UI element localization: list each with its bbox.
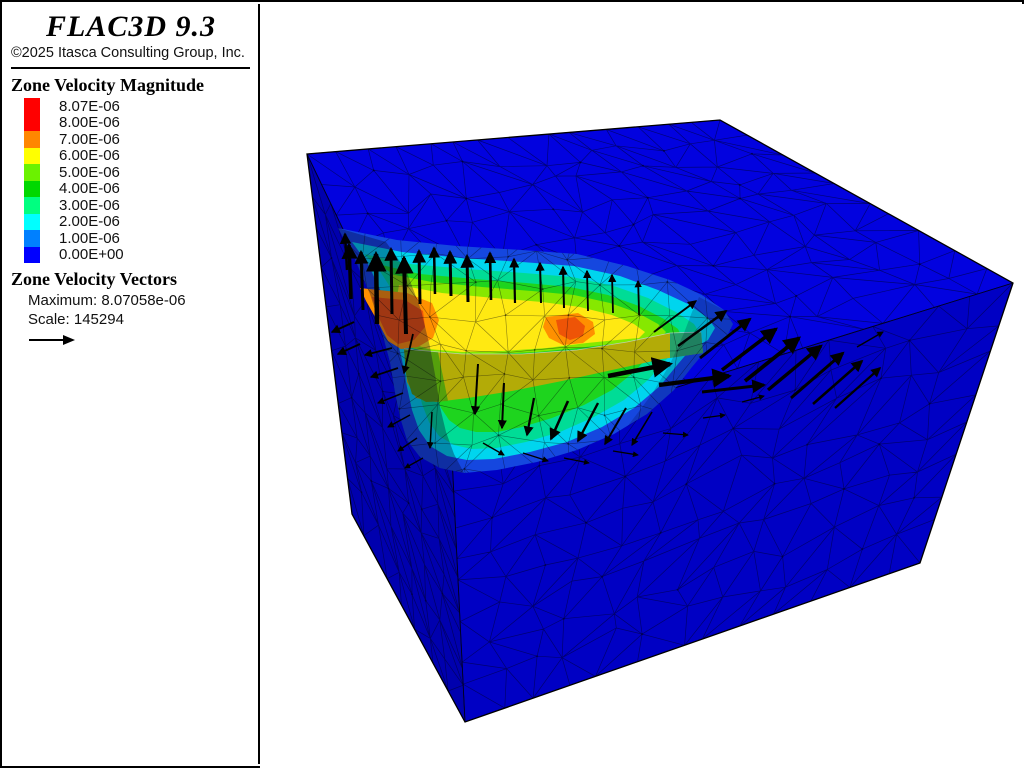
- legend-color-swatch: [24, 230, 40, 247]
- colorbar-legend: 8.07E-068.00E-067.00E-066.00E-065.00E-06…: [24, 98, 258, 263]
- legend-color-swatch: [24, 197, 40, 214]
- legend-color-swatch: [24, 164, 40, 181]
- legend-value-label: 7.00E-06: [59, 131, 120, 148]
- legend-color-swatch: [24, 181, 40, 198]
- legend-vectors-heading: Zone Velocity Vectors: [11, 269, 258, 290]
- model-viewport[interactable]: [260, 4, 1024, 768]
- legend-value-label: 3.00E-06: [59, 197, 120, 214]
- legend-row: 5.00E-06: [24, 164, 258, 181]
- legend-color-swatch: [24, 214, 40, 231]
- legend-row: 8.07E-06: [24, 98, 258, 115]
- legend-panel: FLAC3D 9.3 ©2025 Itasca Consulting Group…: [4, 4, 260, 764]
- legend-color-swatch: [24, 98, 40, 115]
- copyright-text: ©2025 Itasca Consulting Group, Inc.: [11, 45, 258, 61]
- panel-rule: [11, 67, 250, 69]
- legend-magnitude-heading: Zone Velocity Magnitude: [11, 75, 258, 96]
- legend-row: 3.00E-06: [24, 197, 258, 214]
- legend-row: 0.00E+00: [24, 247, 258, 264]
- legend-row: 2.00E-06: [24, 214, 258, 231]
- legend-row: 6.00E-06: [24, 148, 258, 165]
- legend-color-swatch: [24, 131, 40, 148]
- legend-value-label: 6.00E-06: [59, 147, 120, 164]
- legend-row: 1.00E-06: [24, 230, 258, 247]
- legend-value-label: 8.07E-06: [59, 98, 120, 115]
- legend-value-label: 8.00E-06: [59, 114, 120, 131]
- legend-value-label: 4.00E-06: [59, 180, 120, 197]
- legend-row: 4.00E-06: [24, 181, 258, 198]
- legend-color-swatch: [24, 115, 40, 132]
- legend-color-swatch: [24, 247, 40, 264]
- right-arrow-icon: [28, 334, 76, 346]
- model-3d-view[interactable]: [260, 4, 1024, 768]
- legend-value-label: 5.00E-06: [59, 164, 120, 181]
- app-title: FLAC3D 9.3: [4, 10, 258, 44]
- vectors-maximum: Maximum: 8.07058e-06: [28, 292, 258, 309]
- legend-value-label: 1.00E-06: [59, 230, 120, 247]
- legend-value-label: 0.00E+00: [59, 246, 124, 263]
- legend-row: 8.00E-06: [24, 115, 258, 132]
- legend-row: 7.00E-06: [24, 131, 258, 148]
- legend-color-swatch: [24, 148, 40, 165]
- vectors-scale: Scale: 145294: [28, 311, 258, 328]
- legend-value-label: 2.00E-06: [59, 213, 120, 230]
